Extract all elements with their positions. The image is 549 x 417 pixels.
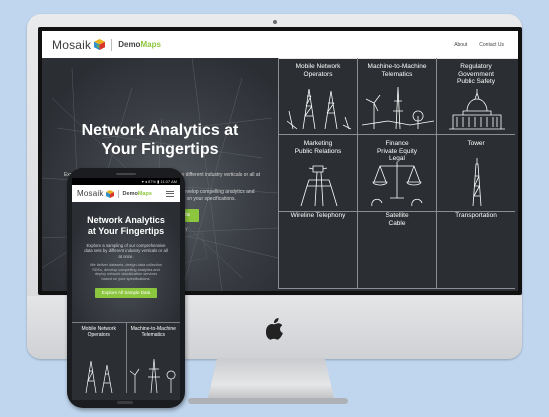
mobile-hero-title: Network Analytics at Your Fingertips: [87, 215, 165, 236]
mosaik-cube-icon: [94, 39, 106, 50]
capitol-building-icon: [449, 89, 505, 130]
tile-satellite-cable[interactable]: Satellite Cable: [357, 212, 436, 289]
tile-mobile-network[interactable]: Mobile Network Operators: [278, 58, 357, 135]
mobile-hero-description: Explore a sampling of our comprehensive …: [84, 243, 168, 259]
mobile-tile-m2m-telematics[interactable]: Machine-to-Machine Telematics: [125, 323, 181, 393]
hero-title: Network Analytics at Your Fingertips: [81, 122, 239, 158]
tile-label: Tower: [467, 140, 485, 147]
top-nav: About Contact Us: [454, 42, 504, 48]
mosaik-cube-icon: [105, 189, 114, 198]
site-header: Mosaik DemoMaps About Contact Us: [42, 31, 518, 58]
mobile-tile-mobile-network[interactable]: Mobile Network Operators: [72, 323, 126, 393]
mobile-hero-subtext: We deliver datasets, design data collect…: [90, 263, 162, 281]
pylon-icon: [129, 358, 175, 393]
mobile-brand-logo[interactable]: Mosaik DemoMaps: [77, 189, 152, 198]
demomaps-label: DemoMaps: [118, 40, 161, 49]
phone-home-indicator: [117, 401, 133, 404]
cell-tower-icon: [286, 88, 352, 130]
brand-name: Mosaik: [77, 189, 104, 198]
mobile-hero: Network Analytics at Your Fingertips Exp…: [72, 202, 180, 322]
imac-stand: [207, 358, 335, 402]
tile-finance[interactable]: Finance Private Equity Legal: [357, 135, 436, 212]
mobile-industry-tiles: Mobile Network Operators Machine-to-Machi…: [72, 322, 180, 393]
hamburger-menu-icon[interactable]: [166, 190, 174, 197]
camera-dot: [273, 20, 277, 24]
apple-logo-icon: [266, 318, 283, 340]
tile-wireline[interactable]: Wireline Telephony: [278, 212, 357, 289]
brand-name: Mosaik: [52, 37, 92, 52]
phone-screen: ▾ ◂ 87% ▮ 11:07 AM Mosaik DemoMaps Netwo…: [72, 178, 180, 400]
explore-all-sample-data-button[interactable]: Explore All Sample Data: [95, 287, 157, 298]
tile-m2m-telematics[interactable]: Machine-to-Machine Telematics: [357, 58, 436, 135]
brand-divider: [111, 38, 113, 51]
tile-regulatory[interactable]: Regulatory Government Public Safety: [436, 58, 515, 135]
tile-label: Machine-to-Machine Telematics: [367, 63, 427, 78]
cell-tower-icon: [85, 360, 113, 393]
brand-divider: [117, 189, 119, 198]
phone-speaker: [116, 173, 136, 175]
tile-label: Wireline Telephony: [290, 212, 346, 219]
status-bar: ▾ ◂ 87% ▮ 11:07 AM: [72, 178, 180, 185]
loudspeaker-pole-icon: [300, 165, 338, 207]
brand-logo[interactable]: Mosaik DemoMaps: [52, 38, 161, 52]
imac-stand-base: [188, 398, 348, 404]
tile-label: Marketing Public Relations: [294, 140, 342, 155]
wind-turbine-icon: [361, 86, 435, 130]
industry-grid: Mobile Network Operators Machine-to-Machi…: [278, 58, 518, 291]
tile-transportation[interactable]: Transportation: [436, 212, 515, 289]
tile-tower[interactable]: Tower: [436, 135, 515, 212]
nav-contact-us[interactable]: Contact Us: [479, 42, 504, 48]
nav-about[interactable]: About: [454, 42, 467, 48]
tile-label: Satellite Cable: [385, 212, 409, 227]
tile-label: Transportation: [455, 212, 497, 219]
tile-marketing[interactable]: Marketing Public Relations: [278, 135, 357, 212]
mobile-header: Mosaik DemoMaps: [72, 185, 180, 202]
scales-of-justice-icon: [371, 162, 423, 207]
demomaps-label: DemoMaps: [122, 190, 152, 197]
tile-label: Mobile Network Operators: [295, 63, 341, 78]
radio-tower-icon: [472, 158, 482, 207]
